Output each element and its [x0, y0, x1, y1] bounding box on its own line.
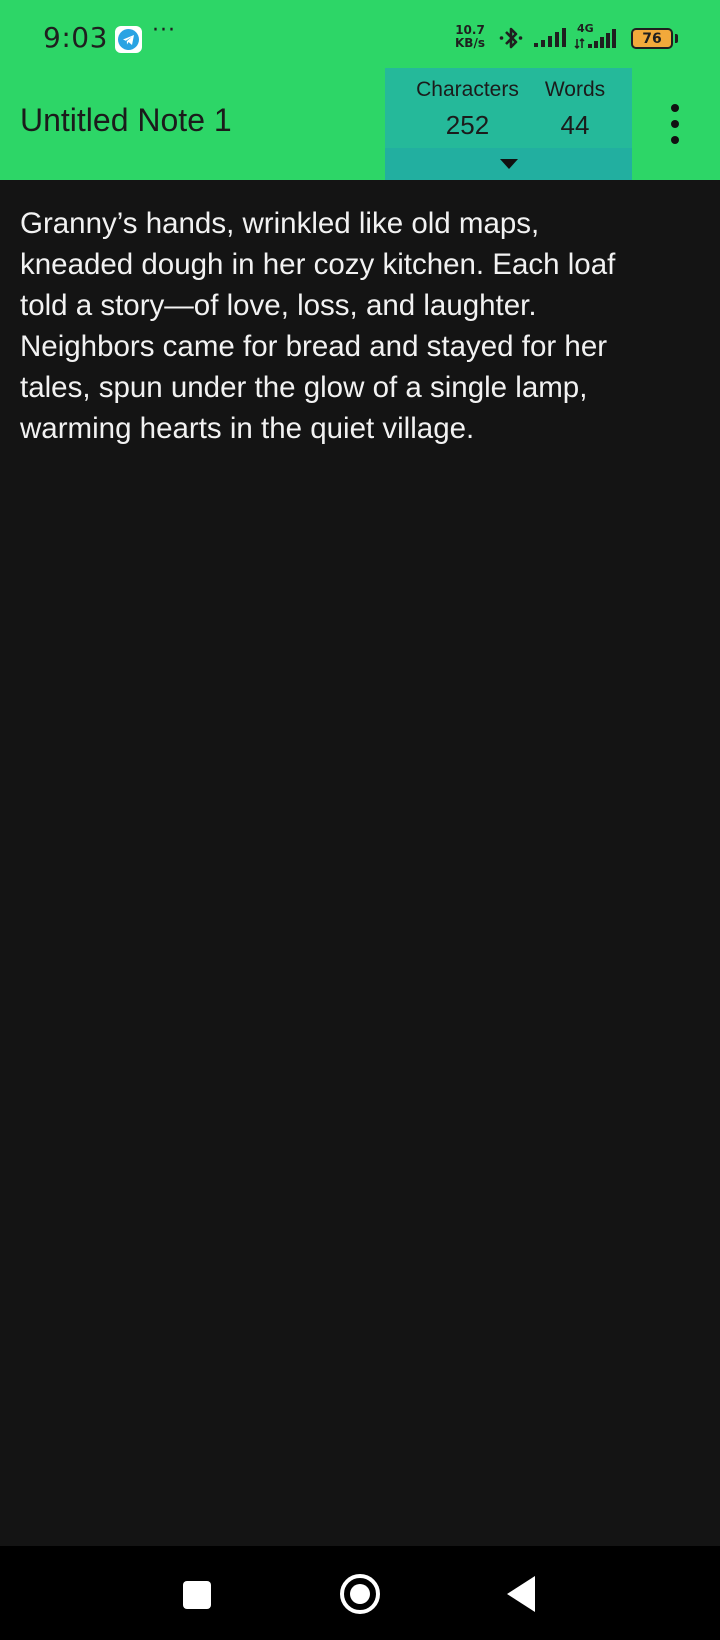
status-bar: 9:03 ··· 10.7 KB/s 4G 76: [0, 0, 720, 68]
telegram-icon: [115, 26, 142, 53]
signal-icon: [534, 28, 566, 47]
app-bar: Untitled Note 1 Characters 252 Words 44: [0, 68, 720, 180]
more-notifications-icon: ···: [152, 18, 176, 43]
characters-stat: Characters 252: [410, 78, 525, 141]
home-icon[interactable]: [340, 1574, 380, 1614]
screen: 9:03 ··· 10.7 KB/s 4G 76 Untitled Note 1…: [0, 0, 720, 1640]
back-icon[interactable]: [507, 1576, 535, 1612]
signal-4g-icon: [574, 29, 616, 50]
recents-icon[interactable]: [183, 1581, 211, 1609]
more-vert-icon: [671, 104, 679, 112]
network-speed: 10.7 KB/s: [455, 23, 485, 50]
characters-label: Characters: [416, 78, 519, 101]
stats-panel[interactable]: Characters 252 Words 44: [385, 68, 632, 180]
bluetooth-icon: [499, 27, 523, 49]
status-time: 9:03: [43, 21, 108, 54]
stats-expand-button[interactable]: [385, 148, 632, 180]
words-stat: Words 44: [535, 78, 615, 141]
words-value: 44: [560, 110, 590, 140]
battery-tip: [675, 34, 678, 43]
navigation-bar: [0, 1546, 720, 1640]
battery-level: 76: [642, 30, 662, 47]
note-editor[interactable]: Granny’s hands, wrinkled like old maps, …: [20, 203, 700, 449]
caret-down-icon: [499, 159, 518, 169]
words-label: Words: [544, 78, 606, 101]
more-options-button[interactable]: [660, 98, 690, 150]
characters-value: 252: [445, 110, 490, 140]
battery-icon: 76: [631, 28, 673, 49]
note-title[interactable]: Untitled Note 1: [20, 102, 232, 139]
